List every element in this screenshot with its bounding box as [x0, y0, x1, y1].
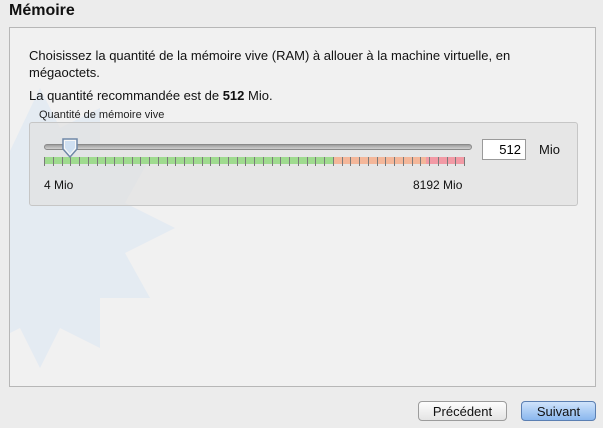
memory-tick: [61, 157, 63, 166]
memory-tick: [402, 157, 404, 166]
memory-max-label: 8192 Mio: [413, 178, 463, 192]
memory-tick: [96, 157, 98, 166]
memory-tick: [70, 157, 72, 166]
memory-tick: [297, 157, 299, 166]
memory-tick: [227, 157, 229, 166]
memory-tick: [332, 157, 334, 166]
memory-tick: [166, 157, 168, 166]
memory-description: Choisissez la quantité de la mémoire viv…: [29, 48, 511, 80]
recommend-value: 512: [222, 88, 245, 103]
page-title: Mémoire: [9, 2, 75, 19]
memory-min-label: 4 Mio: [44, 178, 74, 192]
memory-tick: [429, 157, 430, 166]
previous-button[interactable]: Précédent: [418, 401, 507, 421]
recommend-suffix: Mio.: [248, 88, 273, 103]
memory-tick: [315, 157, 317, 166]
memory-tick: [114, 157, 115, 166]
memory-tick: [446, 157, 448, 166]
memory-tick: [254, 157, 255, 166]
memory-tick: [350, 157, 352, 166]
memory-tick: [262, 157, 264, 166]
memory-tick: [437, 157, 439, 166]
memory-tick: [411, 157, 413, 166]
memory-tick: [271, 157, 273, 166]
memory-slider-ticks: [44, 157, 465, 166]
content-panel: Choisissez la quantité de la mémoire viv…: [9, 27, 596, 387]
memory-tick: [131, 157, 133, 166]
memory-tick: [341, 157, 343, 166]
memory-tick: [79, 157, 80, 166]
memory-tick: [367, 157, 369, 166]
memory-tick: [44, 157, 45, 166]
memory-tick: [385, 157, 387, 166]
memory-slider-track[interactable]: [44, 144, 472, 150]
memory-tick: [455, 157, 457, 166]
memory-tick: [280, 157, 282, 166]
memory-group-box: 4 Mio 8192 Mio Mio: [29, 122, 578, 206]
memory-size-input[interactable]: [482, 139, 526, 160]
memory-tick: [210, 157, 212, 166]
memory-tick: [105, 157, 107, 166]
memory-tick: [394, 157, 395, 166]
memory-tick: [192, 157, 194, 166]
memory-tick: [184, 157, 185, 166]
memory-tick: [87, 157, 89, 166]
memory-tick: [464, 157, 465, 166]
memory-tick: [175, 157, 177, 166]
memory-tick: [122, 157, 124, 166]
memory-tick: [52, 157, 54, 166]
memory-group-label: Quantité de mémoire vive: [39, 109, 165, 121]
recommend-prefix: La quantité recommandée est de: [29, 88, 220, 103]
memory-tick: [149, 157, 150, 166]
memory-tick: [376, 157, 378, 166]
memory-tick: [140, 157, 142, 166]
memory-wizard-page: Mémoire Choisissez la quantité de la mém…: [0, 0, 603, 428]
memory-tick: [306, 157, 308, 166]
memory-tick: [219, 157, 220, 166]
memory-tick: [420, 157, 422, 166]
recommended-memory-text: La quantité recommandée est de 512 Mio.: [29, 88, 273, 103]
memory-tick: [359, 157, 360, 166]
memory-tick: [157, 157, 159, 166]
memory-tick: [289, 157, 290, 166]
memory-tick: [324, 157, 325, 166]
memory-tick: [245, 157, 247, 166]
memory-unit-label: Mio: [539, 142, 560, 157]
memory-tick: [201, 157, 203, 166]
next-button[interactable]: Suivant: [521, 401, 596, 421]
memory-slider-thumb[interactable]: [61, 138, 79, 158]
memory-tick: [236, 157, 238, 166]
